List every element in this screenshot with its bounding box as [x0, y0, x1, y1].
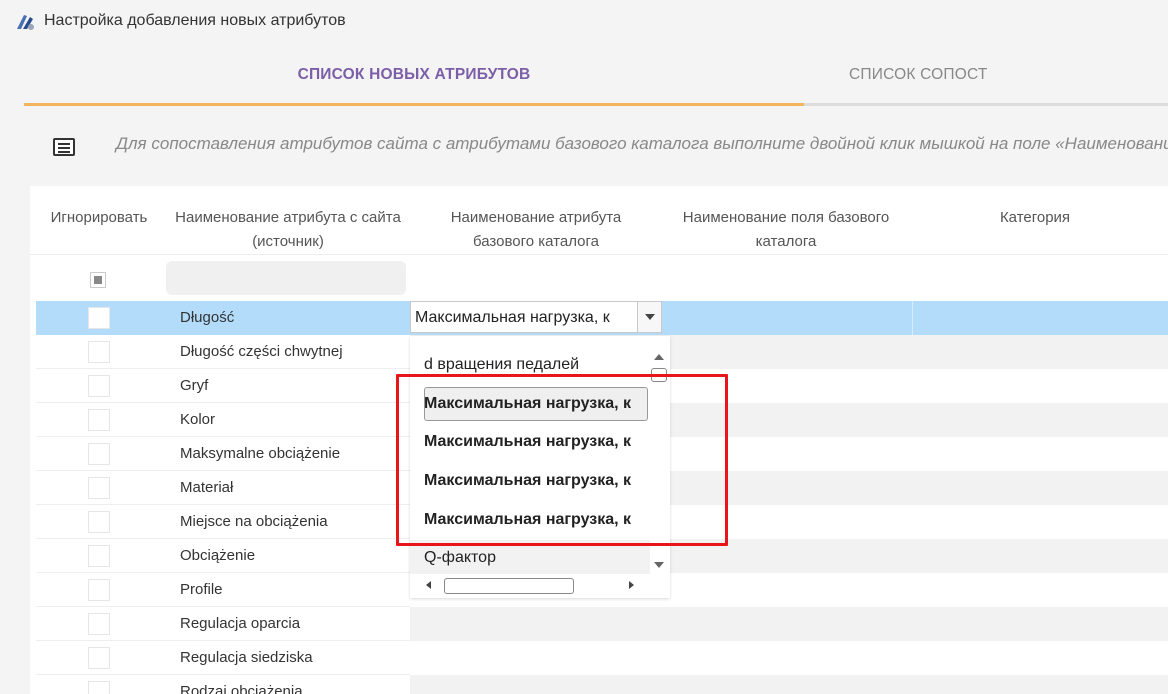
- tab-active-indicator: [24, 103, 804, 106]
- ignore-cell: [36, 539, 160, 573]
- hint-text: Для сопоставления атрибутов сайта с атри…: [116, 134, 1168, 153]
- chevron-down-icon[interactable]: [637, 302, 661, 332]
- attribute-name: Profile: [180, 581, 223, 598]
- tab-bar: СПИСОК НОВЫХ АТРИБУТОВ СПИСОК СОПОСТ: [24, 44, 1168, 106]
- table-row[interactable]: Regulacja oparcia: [36, 607, 1168, 641]
- dropdown-horizontal-scrollbar[interactable]: [418, 576, 640, 594]
- row-stripe: [410, 607, 1168, 641]
- attribute-name: Maksymalne obciążenie: [180, 445, 341, 462]
- ignore-cell: [36, 403, 160, 437]
- dropdown-option[interactable]: Максимальная нагрузка, к: [424, 511, 650, 529]
- ignore-cell: [36, 471, 160, 505]
- table-row[interactable]: Regulacja siedziska: [36, 641, 1168, 675]
- column-header-base-attribute[interactable]: Наименование атрибута базового каталога: [428, 206, 644, 254]
- column-header-ignore[interactable]: Игнорировать: [44, 206, 154, 230]
- scroll-up-icon[interactable]: [654, 354, 664, 360]
- ignore-checkbox[interactable]: [88, 613, 110, 635]
- attribute-name: Obciążenie: [180, 547, 256, 564]
- row-stripe: [410, 675, 1168, 694]
- attribute-name: Regulacja oparcia: [180, 615, 301, 632]
- source-name-filter-input[interactable]: [166, 261, 406, 295]
- base-attribute-select[interactable]: Максимальная нагрузка, к: [410, 301, 662, 333]
- attribute-name: Kolor: [180, 411, 216, 428]
- tab-mapping-list[interactable]: СПИСОК СОПОСТ: [804, 44, 1168, 104]
- attribute-name: Gryf: [180, 377, 209, 394]
- scroll-down-icon[interactable]: [654, 562, 664, 568]
- scroll-thumb[interactable]: [444, 578, 574, 594]
- ignore-checkbox[interactable]: [88, 681, 110, 694]
- ignore-cell: [36, 437, 160, 471]
- scroll-left-icon[interactable]: [426, 581, 431, 589]
- window-title: Настройка добавления новых атрибутов: [44, 12, 346, 29]
- dropdown-option[interactable]: d вращения педалей: [424, 356, 650, 374]
- ignore-cell: [36, 641, 160, 675]
- scroll-thumb[interactable]: [651, 368, 667, 382]
- column-header-base-field[interactable]: Наименование поля базового каталога: [664, 206, 908, 254]
- attribute-name: Długość: [180, 309, 235, 326]
- title-bar: Настройка добавления новых атрибутов: [0, 0, 1168, 44]
- ignore-cell: [36, 335, 160, 369]
- attribute-name: Regulacja siedziska: [180, 649, 313, 666]
- attribute-name: Materiał: [180, 479, 234, 496]
- dropdown-option-selected[interactable]: Максимальная нагрузка, к: [424, 395, 650, 413]
- ignore-checkbox[interactable]: [88, 443, 110, 465]
- ignore-cell: [36, 675, 160, 694]
- app-logo-icon: [17, 15, 34, 30]
- ignore-cell: [36, 369, 160, 403]
- attributes-table: Игнорировать Наименование атрибута с сай…: [30, 186, 1168, 694]
- table-row[interactable]: Rodzaj obciążenia: [36, 675, 1168, 694]
- ignore-cell: [36, 607, 160, 641]
- list-icon[interactable]: [53, 138, 75, 156]
- ignore-checkbox[interactable]: [88, 409, 110, 431]
- ignore-checkbox[interactable]: [88, 647, 110, 669]
- ignore-checkbox[interactable]: [88, 511, 110, 533]
- base-attribute-select-value: Максимальная нагрузка, к: [415, 309, 610, 326]
- column-header-source-name[interactable]: Наименование атрибута с сайта (источник): [162, 206, 414, 254]
- ignore-cell: [36, 573, 160, 607]
- ignore-cell: [36, 505, 160, 539]
- ignore-checkbox[interactable]: [88, 375, 110, 397]
- scroll-right-icon[interactable]: [629, 581, 634, 589]
- tab-inactive-indicator: [804, 103, 1168, 106]
- ignore-filter-checkbox[interactable]: [90, 272, 106, 288]
- attribute-name: Długość części chwytnej: [180, 343, 343, 360]
- ignore-checkbox[interactable]: [88, 307, 110, 329]
- dropdown-option[interactable]: Максимальная нагрузка, к: [424, 433, 650, 451]
- dropdown-option[interactable]: Q-фактор: [424, 549, 650, 567]
- ignore-cell: [36, 301, 160, 335]
- header-divider: [30, 254, 1168, 255]
- ignore-checkbox[interactable]: [88, 477, 110, 499]
- cell-divider: [912, 301, 913, 335]
- attribute-name: Rodzaj obciążenia: [180, 683, 303, 694]
- ignore-checkbox[interactable]: [88, 579, 110, 601]
- attribute-name: Miejsce na obciążenia: [180, 513, 328, 530]
- base-attribute-dropdown: d вращения педалей Максимальная нагрузка…: [410, 336, 670, 598]
- hint-bar: Для сопоставления атрибутов сайта с атри…: [0, 128, 1168, 164]
- dropdown-option[interactable]: Максимальная нагрузка, к: [424, 472, 650, 490]
- tab-new-attributes[interactable]: СПИСОК НОВЫХ АТРИБУТОВ: [24, 44, 804, 104]
- column-header-category[interactable]: Категория: [960, 206, 1110, 230]
- dropdown-vertical-scrollbar[interactable]: [650, 346, 670, 576]
- ignore-checkbox[interactable]: [88, 341, 110, 363]
- ignore-checkbox[interactable]: [88, 545, 110, 567]
